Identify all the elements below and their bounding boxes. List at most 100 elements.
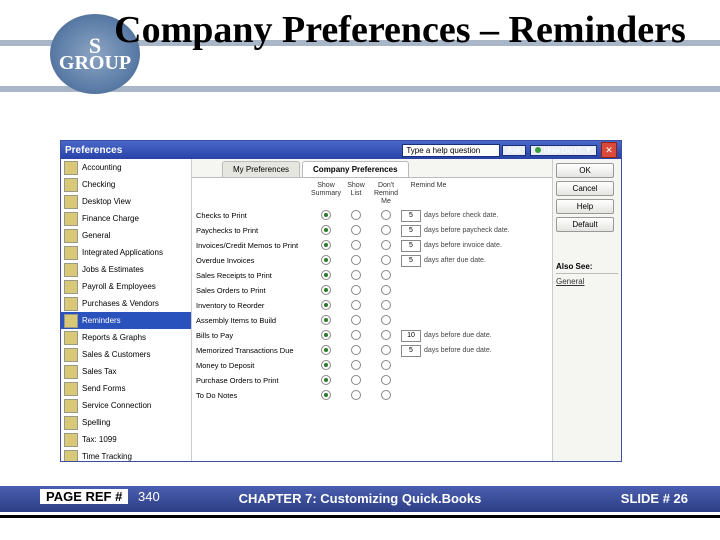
reminder-radio[interactable] [341, 360, 371, 372]
category-icon [64, 433, 78, 447]
reminder-radio[interactable] [371, 345, 401, 357]
sidebar-item-accounting[interactable]: Accounting [61, 159, 191, 176]
chevron-down-icon: ▼ [585, 147, 592, 154]
sidebar-item-reports-graphs[interactable]: Reports & Graphs [61, 329, 191, 346]
category-icon [64, 382, 78, 396]
reminder-radio[interactable] [341, 285, 371, 297]
reminder-radio[interactable] [341, 375, 371, 387]
sidebar-item-purchases-vendors[interactable]: Purchases & Vendors [61, 295, 191, 312]
tab-company-preferences[interactable]: Company Preferences [302, 161, 408, 177]
reminder-radio[interactable] [341, 315, 371, 327]
sidebar-item-label: Finance Charge [82, 214, 139, 223]
reminder-radio[interactable] [341, 300, 371, 312]
days-input[interactable]: 5 [401, 345, 421, 357]
reminder-radio[interactable] [341, 390, 371, 402]
reminder-radio[interactable] [341, 345, 371, 357]
reminder-radio[interactable] [341, 225, 371, 237]
reminder-radio[interactable] [371, 360, 401, 372]
how-do-i-dropdown[interactable]: How Do I? ▼ [530, 145, 597, 156]
reminder-radio[interactable] [371, 300, 401, 312]
help-search-input[interactable]: Type a help question [402, 144, 500, 157]
reminder-label: Sales Receipts to Print [196, 272, 311, 280]
category-icon [64, 212, 78, 226]
sidebar-item-service-connection[interactable]: Service Connection [61, 397, 191, 414]
reminder-radio[interactable] [341, 255, 371, 267]
reminder-radio[interactable] [371, 225, 401, 237]
reminder-radio[interactable] [311, 315, 341, 327]
days-input[interactable]: 5 [401, 210, 421, 222]
sidebar-item-sales-customers[interactable]: Sales & Customers [61, 346, 191, 363]
reminder-radio[interactable] [311, 210, 341, 222]
also-see-link[interactable]: General [556, 277, 618, 286]
close-button[interactable]: ✕ [601, 142, 617, 158]
reminder-rows: Checks to Print5days before check date.P… [192, 208, 552, 461]
sidebar-item-general[interactable]: General [61, 227, 191, 244]
reminder-radio[interactable] [311, 345, 341, 357]
tab-my-preferences[interactable]: My Preferences [222, 161, 300, 177]
cancel-button[interactable]: Cancel [556, 181, 614, 196]
ask-button[interactable]: Ask [502, 145, 525, 156]
reminder-radio[interactable] [311, 360, 341, 372]
default-button[interactable]: Default [556, 217, 614, 232]
category-icon [64, 178, 78, 192]
category-icon [64, 365, 78, 379]
reminder-radio[interactable] [311, 255, 341, 267]
sidebar-item-desktop-view[interactable]: Desktop View [61, 193, 191, 210]
sidebar-item-send-forms[interactable]: Send Forms [61, 380, 191, 397]
sidebar-item-payroll-employees[interactable]: Payroll & Employees [61, 278, 191, 295]
preferences-window: Preferences Type a help question Ask How… [60, 140, 622, 462]
reminder-radio[interactable] [371, 315, 401, 327]
reminder-radio[interactable] [371, 330, 401, 342]
sidebar-item-checking[interactable]: Checking [61, 176, 191, 193]
sidebar-item-integrated-applications[interactable]: Integrated Applications [61, 244, 191, 261]
reminder-radio[interactable] [311, 390, 341, 402]
reminder-radio[interactable] [341, 210, 371, 222]
reminder-radio[interactable] [371, 390, 401, 402]
reminder-radio[interactable] [311, 240, 341, 252]
sidebar-item-spelling[interactable]: Spelling [61, 414, 191, 431]
reminder-radio[interactable] [311, 225, 341, 237]
help-button[interactable]: Help [556, 199, 614, 214]
category-icon [64, 280, 78, 294]
sidebar-item-finance-charge[interactable]: Finance Charge [61, 210, 191, 227]
radio-icon [381, 300, 391, 310]
days-input[interactable]: 5 [401, 225, 421, 237]
reminder-radio[interactable] [371, 240, 401, 252]
reminder-radio[interactable] [341, 240, 371, 252]
ok-button[interactable]: OK [556, 163, 614, 178]
radio-icon [381, 210, 391, 220]
how-do-i-label: How Do I? [544, 146, 581, 155]
days-input[interactable]: 5 [401, 240, 421, 252]
reminder-radio[interactable] [311, 375, 341, 387]
reminder-radio[interactable] [341, 270, 371, 282]
sidebar-item-reminders[interactable]: Reminders [61, 312, 191, 329]
days-input[interactable]: 10 [401, 330, 421, 342]
reminder-row: Memorized Transactions Due5days before d… [192, 343, 552, 358]
titlebar: Preferences Type a help question Ask How… [61, 141, 621, 159]
reminder-row: Sales Receipts to Print [192, 268, 552, 283]
reminder-radio[interactable] [371, 270, 401, 282]
reminder-radio[interactable] [371, 375, 401, 387]
radio-icon [321, 255, 331, 265]
sidebar-item-sales-tax[interactable]: Sales Tax [61, 363, 191, 380]
reminder-radio[interactable] [341, 330, 371, 342]
reminder-row: Checks to Print5days before check date. [192, 208, 552, 223]
reminder-row: Sales Orders to Print [192, 283, 552, 298]
reminder-label: To Do Notes [196, 392, 311, 400]
preferences-panel: My Preferences Company Preferences Show … [192, 159, 553, 461]
days-input[interactable]: 5 [401, 255, 421, 267]
category-icon [64, 314, 78, 328]
reminder-radio[interactable] [311, 270, 341, 282]
radio-icon [321, 270, 331, 280]
reminder-radio[interactable] [371, 285, 401, 297]
sidebar-item-tax-1099[interactable]: Tax: 1099 [61, 431, 191, 448]
sidebar-item-jobs-estimates[interactable]: Jobs & Estimates [61, 261, 191, 278]
sidebar-item-time-tracking[interactable]: Time Tracking [61, 448, 191, 461]
reminder-radio[interactable] [311, 330, 341, 342]
reminder-radio[interactable] [311, 285, 341, 297]
reminder-radio[interactable] [371, 255, 401, 267]
radio-icon [351, 255, 361, 265]
reminder-radio[interactable] [311, 300, 341, 312]
reminder-radio[interactable] [371, 210, 401, 222]
also-see-header: Also See: [556, 262, 618, 274]
